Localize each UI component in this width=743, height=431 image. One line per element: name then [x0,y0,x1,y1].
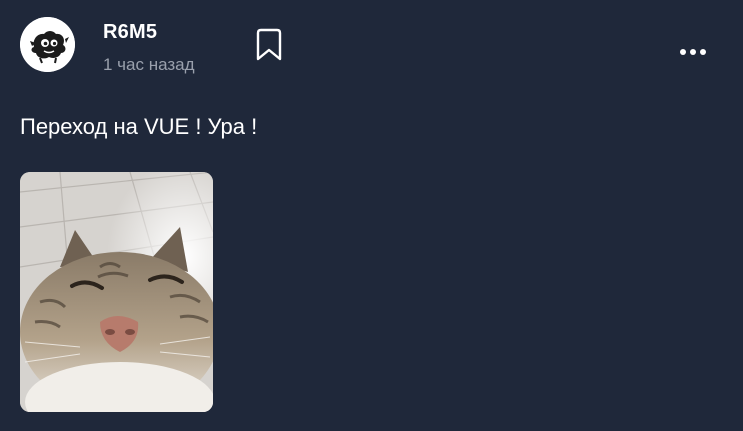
more-dots-icon [680,49,706,55]
post-card: R6M5 1 час назад Переход на VUE ! Ура ! [0,0,743,431]
bookmark-button[interactable] [254,28,284,62]
post-image[interactable] [20,172,213,412]
cat-photo-image [20,172,213,412]
more-options-button[interactable] [675,38,711,66]
post-text: Переход на VUE ! Ура ! [20,114,258,139]
post-timestamp: 1 час назад [103,55,195,74]
author-avatar[interactable] [20,17,75,72]
author-name[interactable]: R6M5 [103,21,157,44]
blob-creature-avatar-icon [20,17,75,72]
bookmark-icon [256,28,282,61]
